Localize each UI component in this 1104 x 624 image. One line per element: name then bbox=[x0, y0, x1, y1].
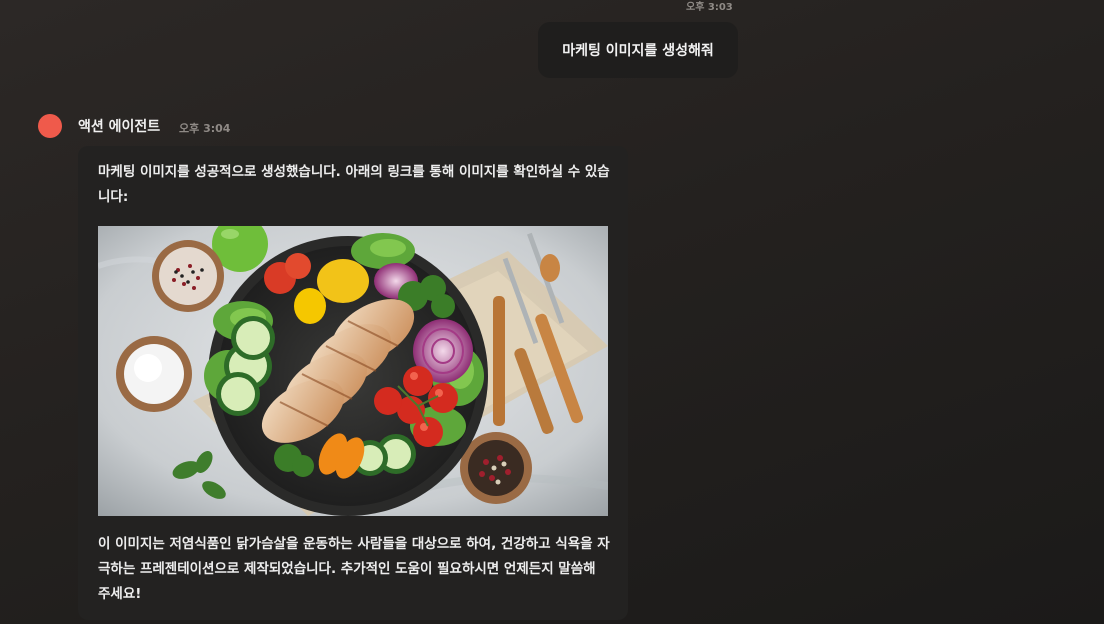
agent-message-outro: 이 이미지는 저염식품인 닭가슴살을 운동하는 사람들을 대상으로 하여, 건강… bbox=[98, 536, 610, 602]
user-message-bubble: 마케팅 이미지를 생성해줘 bbox=[538, 22, 738, 78]
agent-avatar bbox=[38, 114, 62, 138]
agent-name: 액션 에이전트 bbox=[78, 119, 161, 135]
user-message-text: 마케팅 이미지를 생성해줘 bbox=[562, 43, 714, 59]
agent-message-time: 오후 3:04 bbox=[179, 122, 231, 135]
agent-message-intro: 마케팅 이미지를 성공적으로 생성했습니다. 아래의 링크를 통해 이미지를 확… bbox=[98, 164, 610, 205]
user-message-time: 오후 3:03 bbox=[686, 2, 733, 13]
agent-message-bubble: 마케팅 이미지를 성공적으로 생성했습니다. 아래의 링크를 통해 이미지를 확… bbox=[78, 146, 628, 620]
generated-marketing-image[interactable] bbox=[98, 226, 608, 516]
